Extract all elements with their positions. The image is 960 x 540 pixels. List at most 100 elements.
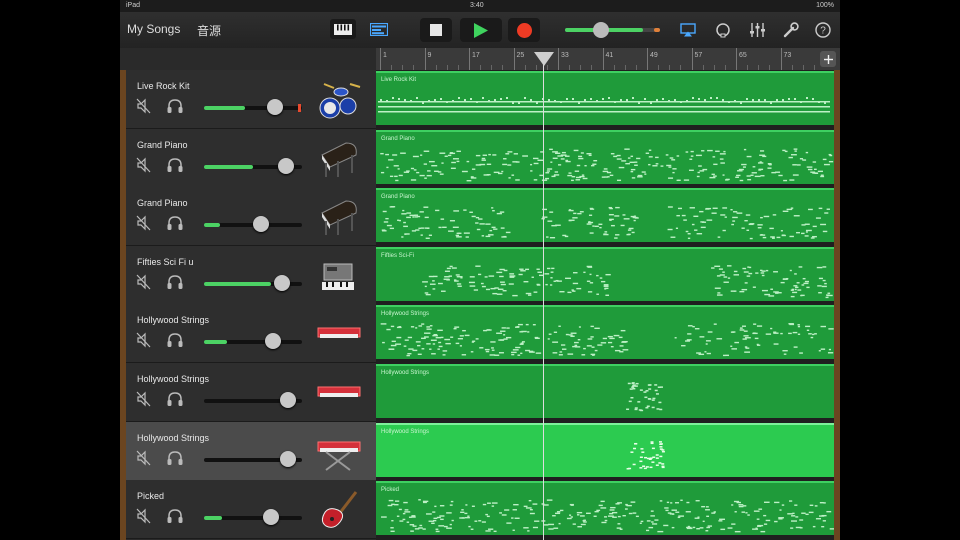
record-icon (516, 22, 532, 38)
record-button[interactable] (508, 18, 540, 42)
region-notes (422, 264, 833, 298)
track-volume-slider[interactable] (204, 392, 302, 408)
solo-button[interactable] (166, 157, 184, 173)
track-volume-knob[interactable] (252, 216, 269, 233)
track-name: Hollywood Strings (137, 315, 210, 326)
my-songs-button[interactable]: My Songs (127, 22, 180, 36)
headphones-icon (167, 392, 183, 406)
track-region[interactable]: Hollywood Strings (376, 364, 834, 418)
headphones-icon (167, 333, 183, 348)
track-region[interactable]: Live Rock Kit (376, 71, 834, 125)
track-volume-knob[interactable] (266, 99, 283, 115)
bass-guitar-icon[interactable] (316, 488, 362, 532)
mute-button[interactable] (136, 215, 152, 231)
track-volume-slider[interactable] (204, 157, 302, 174)
track-volume-knob[interactable] (280, 450, 297, 467)
play-button[interactable] (460, 18, 502, 42)
ruler-tick (380, 48, 381, 70)
help-button[interactable]: ? (812, 20, 834, 40)
track-volume-slider[interactable] (204, 216, 302, 233)
track-lanes[interactable]: Live Rock Kit Grand Piano Grand Piano Fifti… (376, 70, 834, 540)
track-header[interactable]: Grand Piano (126, 187, 376, 247)
stop-button[interactable] (420, 18, 452, 42)
region-notes (381, 499, 834, 533)
track-volume-knob[interactable] (278, 157, 295, 174)
add-section-button[interactable] (820, 51, 836, 67)
mute-button[interactable] (136, 332, 152, 348)
master-volume-slider[interactable] (565, 22, 660, 38)
track-volume-slider[interactable] (204, 450, 302, 467)
region-notes (380, 323, 834, 357)
track-volume-knob[interactable] (274, 274, 291, 291)
headphones-icon (167, 450, 183, 465)
speaker-mute-icon (136, 508, 151, 524)
keyboard-icon[interactable] (316, 312, 362, 356)
mute-button[interactable] (136, 157, 152, 173)
track-header[interactable]: Live Rock Kit (126, 70, 376, 129)
grand-piano-icon[interactable] (316, 137, 362, 181)
track-volume-knob[interactable] (262, 509, 279, 526)
speaker-mute-icon (136, 391, 151, 407)
loop-browser-button[interactable] (712, 20, 734, 40)
track-name: Hollywood Strings (137, 432, 210, 443)
track-header[interactable]: Hollywood Strings (126, 363, 376, 422)
garageband-screen: iPad 3:40 100% My Songs 音源 ? 1 9 17 25 3… (120, 0, 840, 540)
track-volume-slider[interactable] (204, 509, 302, 526)
track-region[interactable]: Hollywood Strings (376, 422, 834, 477)
ruler-bar-number: 17 (472, 52, 480, 59)
speaker-mute-icon (136, 215, 151, 231)
track-region[interactable]: Grand Piano (376, 188, 834, 243)
ruler-bar-number: 9 (427, 52, 432, 59)
drums-icon[interactable] (316, 78, 362, 122)
solo-button[interactable] (166, 98, 184, 114)
track-region[interactable]: Grand Piano (376, 129, 834, 184)
track-region[interactable]: Hollywood Strings (376, 305, 834, 360)
solo-button[interactable] (166, 274, 184, 290)
track-header[interactable]: Fifties Sci Fi u (126, 245, 376, 305)
track-volume-fill (204, 164, 253, 169)
settings-button[interactable] (780, 20, 802, 40)
mute-button[interactable] (136, 274, 152, 290)
sounds-button[interactable]: 音源 (197, 22, 221, 39)
instrument-view-button[interactable] (330, 19, 356, 39)
toolbar: My Songs 音源 ? (120, 12, 840, 48)
keyboard-icon[interactable] (316, 371, 362, 415)
track-header[interactable]: Hollywood Strings (126, 304, 376, 364)
solo-button[interactable] (166, 215, 184, 231)
keyboard-stand-icon[interactable] (316, 430, 362, 474)
track-volume-slider[interactable] (204, 99, 302, 115)
synth-icon[interactable] (316, 254, 362, 298)
master-volume-knob[interactable] (593, 22, 610, 38)
track-volume-slider[interactable] (204, 274, 302, 291)
track-header[interactable]: Grand Piano (126, 128, 376, 188)
solo-button[interactable] (166, 332, 184, 348)
mute-button[interactable] (136, 508, 152, 524)
plus-icon (823, 54, 833, 64)
grand-piano-icon[interactable] (316, 195, 362, 239)
playhead-handle[interactable] (534, 52, 554, 66)
track-region[interactable]: Picked (376, 481, 834, 536)
mute-button[interactable] (136, 391, 152, 407)
track-region[interactable]: Fifties Sci-Fi (376, 246, 834, 301)
track-volume-slider[interactable] (204, 333, 302, 350)
track-volume-knob[interactable] (280, 392, 297, 408)
region-notes (381, 206, 830, 240)
solo-button[interactable] (166, 450, 184, 466)
speaker-mute-icon (136, 98, 151, 114)
mixer-icon (749, 23, 765, 37)
record-enable-indicator[interactable] (298, 104, 301, 112)
timeline-ruler[interactable]: 1 9 17 25 33 41 49 57 65 73 (376, 48, 840, 71)
solo-button[interactable] (166, 508, 184, 524)
track-name: Picked (137, 491, 165, 502)
track-header[interactable]: Picked (126, 480, 376, 540)
master-volume-clip (654, 28, 660, 32)
mute-button[interactable] (136, 450, 152, 466)
mixer-button[interactable] (746, 20, 768, 40)
tracks-view-button[interactable] (366, 19, 392, 39)
airplay-button[interactable] (677, 20, 699, 40)
track-header[interactable]: Hollywood Strings (126, 421, 376, 481)
ruler-bar-number: 73 (783, 52, 792, 59)
mute-button[interactable] (136, 98, 152, 114)
track-volume-knob[interactable] (264, 333, 281, 350)
solo-button[interactable] (166, 391, 184, 407)
